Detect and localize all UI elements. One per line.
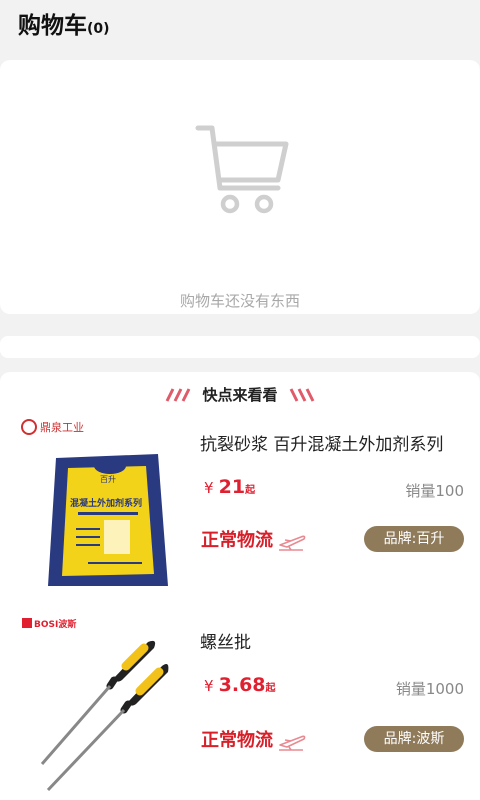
- logistics-label: 正常物流: [201, 726, 307, 752]
- product-card[interactable]: 鼎泉工业 百升 混凝土外加剂系列 抗裂砂浆 百升混凝土外加剂系列 ¥ 21起 销…: [0, 410, 480, 590]
- product-name[interactable]: 螺丝批: [200, 628, 251, 653]
- svg-text:混凝土外加剂系列: 混凝土外加剂系列: [70, 497, 142, 509]
- recommend-title: 快点来看看: [202, 386, 278, 404]
- recommend-header: 快点来看看: [0, 384, 480, 406]
- brand-badge[interactable]: 品牌:百升: [364, 526, 464, 552]
- stripes-right-icon: [289, 387, 314, 402]
- logistics-label: 正常物流: [201, 526, 307, 552]
- product-sales: 销量1000: [395, 680, 464, 698]
- recommend-section: 快点来看看 鼎泉工业 百升 混凝土外加剂系列 抗裂砂浆 百升混凝土外加剂系列 ¥…: [0, 372, 480, 800]
- page-title: 购物车: [18, 13, 87, 39]
- bosi-logo: BOSI波斯: [34, 618, 76, 630]
- shopping-cart-icon: [195, 125, 289, 214]
- product-card[interactable]: BOSI波斯 螺丝批 ¥ 3.68起 销量1000 正常物流 品牌:波斯: [0, 606, 480, 792]
- product-sales: 销量100: [405, 482, 464, 500]
- brand-badge[interactable]: 品牌:波斯: [364, 726, 464, 752]
- product-price: ¥ 3.68起: [204, 674, 276, 696]
- product-price: ¥ 21起: [204, 476, 256, 498]
- airplane-icon: [279, 535, 306, 551]
- spacer-card: [0, 336, 480, 358]
- product-image[interactable]: BOSI波斯: [18, 614, 178, 794]
- airplane-icon: [279, 735, 306, 751]
- stripes-left-icon: [166, 387, 191, 402]
- cart-count: (0): [87, 21, 110, 37]
- empty-cart-message: 购物车还没有东西: [179, 292, 300, 310]
- page-header: 购物车(0): [0, 0, 480, 48]
- svg-text:百升: 百升: [100, 475, 116, 484]
- empty-cart-card: 购物车还没有东西: [0, 60, 480, 314]
- watermark-text: 鼎泉工业: [40, 420, 84, 434]
- product-name[interactable]: 抗裂砂浆 百升混凝土外加剂系列: [200, 430, 443, 455]
- product-image[interactable]: 鼎泉工业 百升 混凝土外加剂系列: [18, 410, 178, 590]
